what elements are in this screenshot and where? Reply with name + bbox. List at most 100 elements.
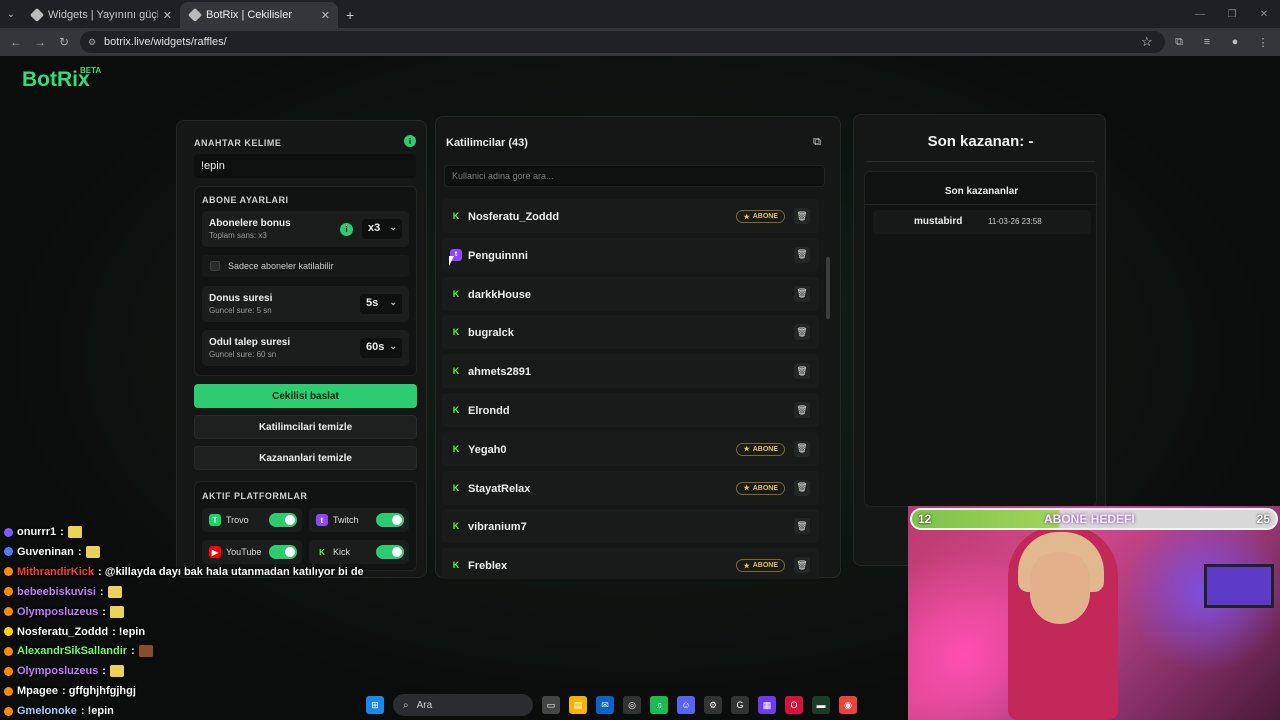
goal-title: ABONE HEDEFI bbox=[1044, 512, 1135, 526]
file-explorer-icon[interactable]: ▤ bbox=[569, 696, 587, 714]
bookmark-star-icon[interactable]: ☆ bbox=[1141, 34, 1153, 50]
reading-list-icon[interactable]: ≡ bbox=[1198, 36, 1216, 49]
task-view-icon[interactable]: ▭ bbox=[542, 696, 560, 714]
info-icon[interactable]: i bbox=[340, 223, 353, 236]
sub-badge-label: ABONE bbox=[752, 445, 778, 453]
bonus-time-select[interactable]: 5s ⌄ bbox=[360, 294, 402, 314]
info-icon[interactable]: i bbox=[404, 135, 416, 147]
platforms-label: AKTIF PLATFORMLAR bbox=[202, 491, 308, 501]
star-icon: ★ bbox=[743, 562, 750, 570]
twitch-toggle[interactable] bbox=[376, 513, 404, 527]
terminal-icon[interactable]: ▬ bbox=[812, 696, 830, 714]
close-tab-icon[interactable]: ✕ bbox=[163, 9, 172, 22]
youtube-toggle[interactable] bbox=[269, 545, 297, 559]
keyword-input[interactable]: !epin bbox=[194, 154, 416, 178]
claim-time-row: Odul talep suresi Guncel sure: 60 sn 60s… bbox=[202, 330, 409, 366]
forward-icon[interactable]: → bbox=[28, 35, 52, 49]
spotify-icon[interactable]: ♫ bbox=[650, 696, 668, 714]
sub-bonus-row: Abonelere bonus Toplam sans: x3 i x3 ⌄ bbox=[202, 211, 409, 247]
discord-icon[interactable]: ☺ bbox=[677, 696, 695, 714]
reload-icon[interactable]: ↻ bbox=[52, 35, 76, 49]
chat-badge-icon bbox=[4, 587, 13, 597]
participant-name: darkkHouse bbox=[468, 288, 531, 301]
clear-winners-button[interactable]: Kazananlari temizle bbox=[194, 446, 417, 470]
participant-row: Kvibranium7 🗑 bbox=[442, 509, 819, 544]
kick-icon: K bbox=[319, 547, 325, 557]
mail-icon[interactable]: ✉ bbox=[596, 696, 614, 714]
delete-participant-icon[interactable]: 🗑 bbox=[794, 479, 810, 496]
participant-name: Yegah0 bbox=[468, 443, 507, 456]
delete-participant-icon[interactable]: 🗑 bbox=[794, 402, 810, 418]
sub-settings-label: ABONE AYARLARI bbox=[202, 195, 289, 205]
opera-icon[interactable]: O bbox=[785, 696, 803, 714]
app-icon[interactable]: G bbox=[731, 696, 749, 714]
close-window-icon[interactable]: ✕ bbox=[1248, 0, 1280, 28]
chat-message: Nosferatu_Zoddd: !epin bbox=[4, 623, 145, 641]
emote-icon bbox=[67, 526, 82, 538]
kick-toggle[interactable] bbox=[376, 545, 404, 559]
emote-icon bbox=[138, 645, 153, 658]
sub-badge-label: ABONE bbox=[752, 213, 778, 220]
site-info-icon[interactable]: ⚙ bbox=[88, 37, 96, 48]
settings-icon[interactable]: ⚙ bbox=[704, 696, 722, 714]
botrix-logo[interactable]: BotRix BETA bbox=[22, 66, 101, 92]
chevron-down-icon: ⌄ bbox=[389, 341, 397, 351]
menu-kebab-icon[interactable]: ⋮ bbox=[1254, 36, 1272, 49]
delete-participant-icon[interactable]: 🗑 bbox=[794, 557, 810, 574]
emote-icon bbox=[109, 605, 124, 618]
chrome-icon[interactable]: ◉ bbox=[839, 696, 857, 714]
chat-username: AlexandrSikSallandir bbox=[17, 645, 128, 658]
delete-participant-icon[interactable]: 🗑 bbox=[794, 363, 810, 380]
tab-title: Widgets | Yayınını güçlendirme bbox=[48, 9, 158, 21]
webcam-streamer-face bbox=[1030, 552, 1090, 624]
start-raffle-button[interactable]: Cekilisi baslat bbox=[194, 384, 417, 408]
back-icon[interactable]: ← bbox=[4, 35, 28, 49]
taskbar-search[interactable]: ⌕ Ara bbox=[393, 694, 533, 716]
browser-tab-botrix[interactable]: BotRix | Cekilisler ✕ bbox=[180, 2, 338, 28]
sub-only-checkbox[interactable] bbox=[210, 261, 220, 271]
delete-participant-icon[interactable]: 🗑 bbox=[794, 324, 810, 341]
star-icon: ★ bbox=[743, 485, 750, 493]
winner-name: mustabird bbox=[914, 216, 963, 227]
extensions-icon[interactable]: ⧉ bbox=[1170, 36, 1188, 49]
participants-title: Katilimcilar (43) bbox=[446, 137, 528, 149]
maximize-icon[interactable]: ❐ bbox=[1216, 0, 1248, 28]
delete-participant-icon[interactable]: 🗑 bbox=[794, 246, 810, 263]
obs-icon[interactable]: ◎ bbox=[623, 696, 641, 714]
delete-participant-icon[interactable]: 🗑 bbox=[794, 208, 810, 224]
copy-icon[interactable]: ⧉ bbox=[808, 133, 826, 151]
emote-icon bbox=[107, 585, 122, 598]
close-tab-icon[interactable]: ✕ bbox=[321, 9, 330, 22]
clear-participants-button[interactable]: Katilimcilari temizle bbox=[194, 415, 417, 439]
kick-icon: K bbox=[452, 327, 460, 338]
delete-participant-icon[interactable]: 🗑 bbox=[794, 285, 810, 302]
url-field[interactable]: ⚙ botrix.live/widgets/raffles/ bbox=[80, 31, 1165, 53]
chat-text: : @killayda dayı bak hala utanmadan katı… bbox=[98, 565, 364, 578]
chat-username: MithrandirKick bbox=[17, 565, 95, 578]
sub-bonus-title: Abonelere bonus bbox=[209, 218, 291, 229]
windows-start-icon[interactable]: ⊞ bbox=[366, 696, 384, 714]
new-tab-icon[interactable]: + bbox=[346, 2, 354, 28]
webcam-overlay: 12 ABONE HEDEFI 25 bbox=[908, 506, 1280, 720]
active-platforms: AKTIF PLATFORMLAR T Trovo t Twitch ▶ You… bbox=[194, 481, 417, 571]
platform-name: Trovo bbox=[226, 515, 249, 525]
profile-avatar-icon[interactable]: ● bbox=[1226, 36, 1244, 49]
participant-name: Penguinnni bbox=[468, 249, 528, 262]
delete-participant-icon[interactable]: 🗑 bbox=[794, 518, 810, 535]
sub-only-row[interactable]: Sadece aboneler katilabilir bbox=[202, 255, 409, 277]
trovo-toggle[interactable] bbox=[269, 513, 297, 527]
sub-bonus-select[interactable]: x3 ⌄ bbox=[362, 219, 402, 239]
chat-badge-icon bbox=[4, 627, 13, 636]
minimize-icon[interactable]: — bbox=[1184, 0, 1216, 28]
address-bar: ← → ↻ ⚙ botrix.live/widgets/raffles/ ☆ ⧉… bbox=[0, 28, 1280, 56]
participant-search-input[interactable]: Kullanici adina gore ara... bbox=[444, 165, 825, 187]
kick-icon: K bbox=[452, 521, 460, 532]
claim-time-select[interactable]: 60s ⌄ bbox=[360, 338, 402, 358]
app-grid-icon[interactable]: ▦ bbox=[758, 696, 776, 714]
participant-list-scrollbar[interactable] bbox=[826, 257, 830, 319]
browser-tab-widgets[interactable]: Widgets | Yayınını güçlendirme ✕ bbox=[22, 2, 180, 28]
tab-list-dropdown-icon[interactable]: ⌄ bbox=[0, 0, 22, 28]
delete-participant-icon[interactable]: 🗑 bbox=[794, 440, 810, 457]
divider bbox=[865, 204, 1098, 205]
platform-name: Twitch bbox=[333, 515, 359, 525]
